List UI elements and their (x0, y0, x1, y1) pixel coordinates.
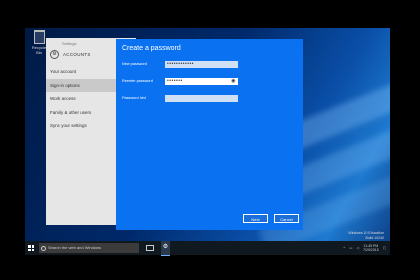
dialog-title: Create a password (122, 45, 181, 52)
chevron-up-icon[interactable]: ^ (343, 246, 345, 250)
reenter-password-value: ••••••• (167, 77, 183, 84)
search-box[interactable]: Search the web and Windows (39, 243, 139, 253)
network-icon[interactable]: ▭ (349, 246, 352, 250)
reenter-password-row: Reenter password ••••••• ◉ (122, 77, 297, 85)
notifications-icon[interactable]: ▢ (383, 246, 386, 250)
cancel-button[interactable]: Cancel (274, 214, 299, 223)
new-password-label: New password (122, 62, 147, 66)
start-button[interactable] (25, 241, 37, 255)
gear-icon: ⚙ (50, 50, 59, 59)
windows-logo-icon (28, 245, 34, 251)
volume-icon[interactable]: ◁ (356, 246, 359, 250)
taskbar: Search the web and Windows ⚙ ^ ▭ ◁ 11:45… (25, 240, 390, 256)
new-password-field[interactable]: •••••••••••• (165, 60, 238, 68)
password-hint-row: Password hint (122, 94, 297, 102)
search-placeholder: Search the web and Windows (48, 245, 101, 250)
password-hint-label: Password hint (122, 96, 146, 100)
reenter-password-label: Reenter password (122, 79, 153, 83)
settings-taskbar-icon[interactable]: ⚙ (161, 240, 170, 256)
settings-header-title: ACCOUNTS (63, 52, 91, 57)
new-password-row: New password •••••••••••• (122, 60, 297, 68)
recycle-bin-icon (33, 30, 45, 44)
reenter-password-field[interactable]: ••••••• ◉ (165, 77, 238, 85)
search-icon (41, 246, 46, 251)
task-view-icon[interactable] (146, 245, 154, 251)
clock[interactable]: 11:45 PM 7/29/2015 (363, 244, 379, 252)
eye-icon[interactable]: ◉ (231, 78, 236, 85)
clock-date: 7/29/2015 (363, 248, 379, 252)
system-tray: ^ ▭ ◁ 11:45 PM 7/29/2015 ▢ (343, 244, 386, 252)
create-password-dialog: Create a password New password •••••••••… (116, 39, 303, 230)
next-button[interactable]: Next (243, 214, 268, 223)
password-hint-field[interactable] (165, 94, 238, 102)
desktop: Recycle Bin Settings ⚙ ACCOUNTS Your acc… (25, 28, 390, 255)
windows-watermark: Windows 10 Education Build 10240 (348, 231, 384, 241)
